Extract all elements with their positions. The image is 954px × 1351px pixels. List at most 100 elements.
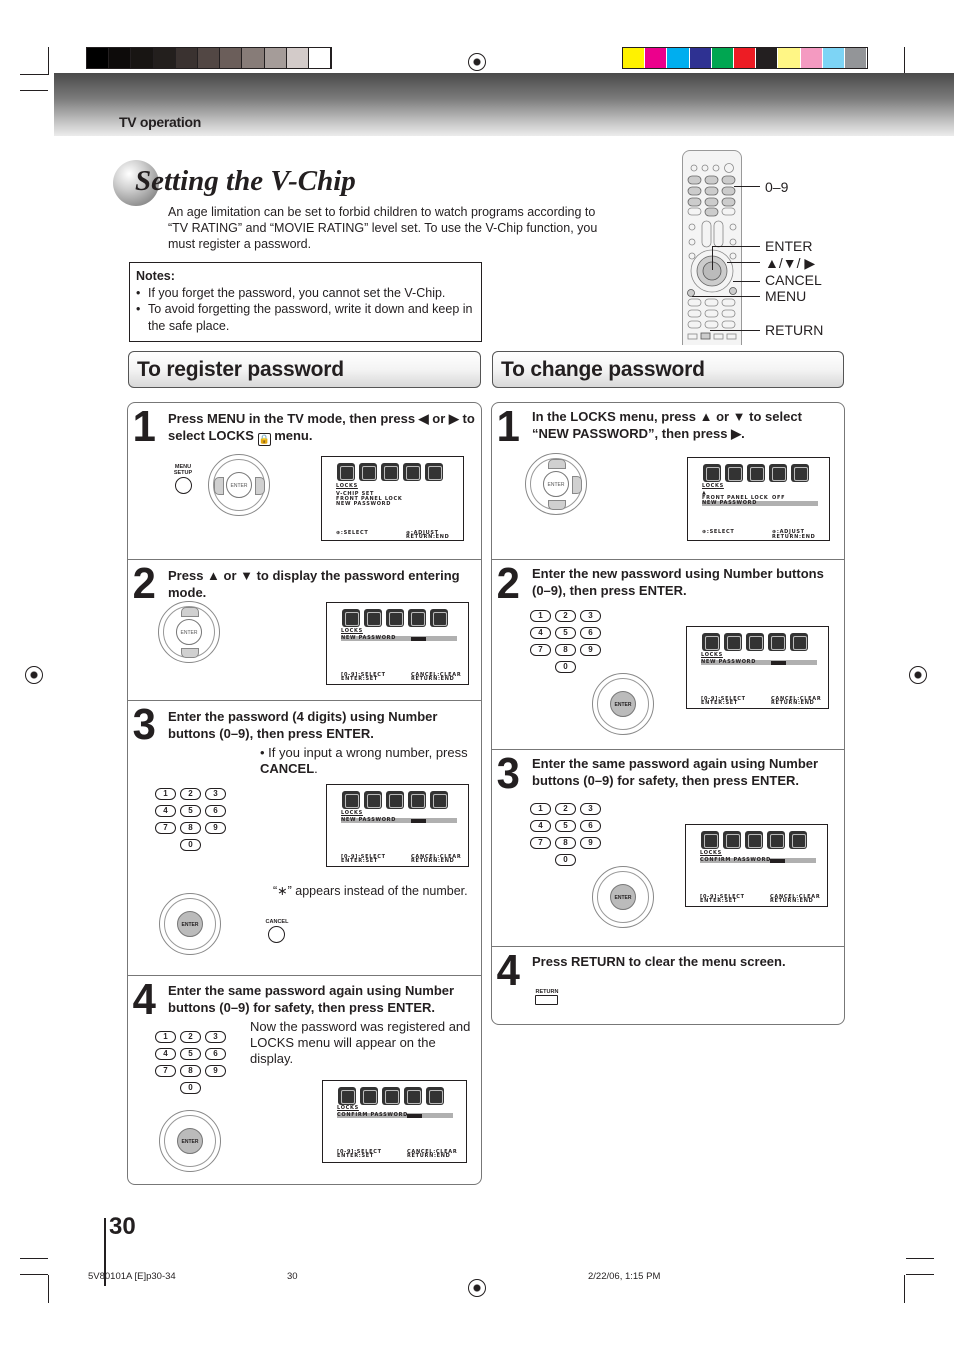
color-swatch [689, 48, 712, 68]
grayscale-color-bar [86, 47, 332, 69]
screen-text: LOCKS [336, 483, 358, 489]
tv-screen-locks-menu: LOCKS V-CHIP SET FRONT PANEL LOCK NEW PA… [321, 456, 464, 541]
crop-mark [20, 1274, 48, 1275]
color-swatch [822, 48, 845, 68]
step-instruction: Enter the new password using Number butt… [532, 566, 824, 598]
step-text: menu. [270, 428, 313, 443]
page-title: Setting the V-Chip [135, 165, 356, 197]
arrow-button-icon [181, 607, 199, 617]
number-key-5: 5 [555, 627, 576, 639]
screen-text: NEW PASSWORD [341, 635, 397, 641]
footer-date: 2/22/06, 1:15 PM [588, 1271, 661, 1282]
screen-text: LOCKS [702, 483, 724, 489]
locks-menu-icon [430, 609, 448, 627]
screen-text: ⊕:SELECT [702, 529, 735, 535]
screen-text: LOCKS [701, 652, 723, 658]
tv-screen-confirm-password: LOCKS CONFIRM PASSWORD [0-9]:SELECT ENTE… [322, 1080, 467, 1163]
notes-box: Notes: If you forget the password, you c… [129, 262, 482, 342]
registration-mark-icon [909, 666, 927, 684]
arrow-button-icon [548, 459, 566, 469]
tv-screen-new-password: LOCKS NEW PASSWORD [0-9]:SELECT ENTER:SE… [326, 602, 469, 685]
screen-text: NEW PASSWORD [336, 501, 392, 507]
locks-menu-icon [791, 464, 809, 482]
register-password-heading: To register password [128, 351, 481, 388]
menu-icons-row [338, 1087, 444, 1105]
screen-text: RETURN:END [411, 676, 455, 682]
number-key-2: 2 [555, 803, 576, 815]
asterisk-note: “∗” appears instead of the number. [273, 884, 468, 898]
step-number: 4 [496, 946, 520, 995]
dpad-up-down-icon: ENTER [525, 453, 587, 515]
enter-button-icon: ENTER [176, 619, 202, 645]
screen-text: RETURN:END [406, 534, 450, 540]
arrow-button-icon [255, 477, 265, 495]
picture-menu-icon [342, 609, 360, 627]
step-note: • If you input a wrong number, press CAN… [260, 745, 475, 777]
audio-menu-icon [359, 463, 377, 481]
change-step-1: 1 In the LOCKS menu, press ▲ or ▼ to sel… [492, 403, 844, 559]
setup-menu-icon [769, 464, 787, 482]
number-key-6: 6 [580, 627, 601, 639]
arrow-button-icon [572, 476, 582, 494]
screen-text: ENTER:SET [337, 1153, 375, 1159]
screen-text: LOCKS [337, 1105, 359, 1111]
number-key-4: 4 [155, 805, 176, 817]
number-key-3: 3 [205, 1031, 226, 1043]
number-key-7: 7 [155, 822, 176, 834]
note-text: • If you input a wrong number, press [260, 745, 468, 760]
note-text: CANCEL [260, 761, 315, 776]
lock-icon: 🔒 [257, 433, 271, 446]
change-step-3: 3 Enter the same password again using Nu… [492, 749, 844, 946]
register-step-1: 1 Press MENU in the TV mode, then press … [128, 403, 481, 559]
tv-screen-confirm-password: LOCKS CONFIRM PASSWORD [0-9]:SELECT ENTE… [685, 824, 828, 907]
change-step-4: 4 Press RETURN to clear the menu screen.… [492, 946, 844, 1026]
audio-menu-icon [724, 633, 742, 651]
step-number: 1 [132, 402, 156, 451]
password-field [411, 818, 426, 823]
notes-title: Notes: [136, 269, 175, 283]
crop-mark [906, 1274, 934, 1275]
number-key-6: 6 [205, 805, 226, 817]
color-swatch [645, 48, 668, 68]
menu-setup-button-label: MENU SETUP [173, 464, 193, 476]
change-password-heading: To change password [492, 351, 844, 388]
tv-screen-locks-menu-selected: LOCKS ▲ FRONT PANEL LOCK OFF NEW PASSWOR… [687, 457, 830, 541]
dpad-enter-icon: ENTER [592, 866, 654, 928]
number-key-5: 5 [180, 1048, 201, 1060]
setup-menu-icon [408, 791, 426, 809]
step-instruction: Press MENU in the TV mode, then press ◀ … [168, 410, 483, 446]
password-field [770, 858, 785, 863]
crop-mark [904, 47, 905, 75]
note-text: . [314, 761, 318, 776]
menu-button-icon [175, 477, 192, 494]
intro-paragraph: An age limitation can be set to forbid c… [168, 205, 598, 251]
notes-list: If you forget the password, you cannot s… [136, 285, 475, 335]
screen-text: LOCKS [341, 628, 363, 634]
leader-line [733, 281, 760, 282]
number-key-7: 7 [155, 1065, 176, 1077]
arrow-button-icon [548, 500, 566, 510]
screen-text: RETURN:END [411, 858, 455, 864]
remote-label-cancel: CANCEL [765, 272, 822, 288]
screen-text: NEW PASSWORD [701, 659, 757, 665]
number-key-9: 9 [205, 1065, 226, 1077]
leader-line [712, 246, 760, 247]
number-key-9: 9 [580, 644, 601, 656]
setup-menu-icon [768, 633, 786, 651]
audio-menu-icon [723, 831, 741, 849]
note-item: If you forget the password, you cannot s… [136, 285, 475, 302]
menu-icons-row [342, 791, 448, 809]
arrow-button-icon [181, 648, 199, 658]
gray-swatch [220, 48, 243, 68]
number-key-6: 6 [205, 1048, 226, 1060]
page-number: 30 [109, 1213, 136, 1240]
crop-mark [904, 1275, 905, 1303]
section-label: TV operation [119, 114, 201, 130]
number-key-2: 2 [180, 788, 201, 800]
register-steps-panel: 1 Press MENU in the TV mode, then press … [127, 402, 482, 1185]
password-field [771, 660, 786, 665]
crop-mark [20, 90, 48, 91]
cancel-button-icon [268, 926, 285, 943]
registration-mark-icon [25, 666, 43, 684]
number-key-8: 8 [180, 822, 201, 834]
